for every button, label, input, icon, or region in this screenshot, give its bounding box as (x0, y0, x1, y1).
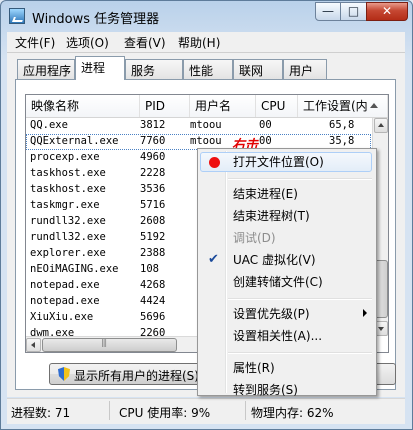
context-menu-label: 属性(R) (233, 361, 275, 375)
cell-pid: 2228 (140, 167, 166, 179)
context-menu-item[interactable]: 设置相关性(A)... (200, 326, 372, 346)
window-title: Windows 任务管理器 (32, 12, 160, 27)
menu-separator (228, 298, 372, 300)
cell-pid: 108 (140, 263, 159, 275)
check-icon: ✔ (208, 252, 219, 267)
tab-users[interactable]: 用户 (283, 59, 327, 79)
context-menu-item[interactable]: 打开文件位置(O) (200, 152, 372, 172)
menu-view[interactable]: 查看(V) (124, 34, 166, 51)
cell-image-name: QQExternal.exe (30, 135, 119, 147)
menu-file[interactable]: 文件(F) (15, 34, 55, 51)
context-menu-label: 转到服务(S) (233, 383, 298, 397)
cell-username: mtoou (190, 119, 222, 131)
table-row[interactable]: QQ.exe 3812 mtoou 00 65,8 (26, 118, 371, 134)
cell-pid: 4960 (140, 151, 166, 163)
context-menu-item[interactable]: 结束进程(E) (200, 184, 372, 204)
cell-image-name: notepad.exe (30, 279, 100, 291)
tab-applications[interactable]: 应用程序 (17, 59, 75, 79)
minimize-button[interactable]: — (315, 2, 341, 21)
status-process-count: 进程数: 71 (11, 406, 71, 420)
cell-pid: 4424 (140, 295, 166, 307)
cell-username: mtoou (190, 135, 222, 147)
col-image-name[interactable]: 映像名称 (26, 95, 140, 117)
cell-pid: 5192 (140, 231, 166, 243)
show-all-users-label: 显示所有用户的进程(S) (74, 369, 199, 383)
close-button[interactable]: ✕ (366, 2, 408, 21)
context-menu-label: UAC 虚拟化(V) (233, 253, 316, 267)
context-menu-label: 调试(D) (233, 231, 276, 245)
col-username[interactable]: 用户名 (190, 95, 256, 117)
submenu-arrow-icon (363, 309, 367, 317)
cell-pid: 2388 (140, 247, 166, 259)
context-menu-label: 创建转储文件(C) (233, 275, 323, 289)
show-all-users-button[interactable]: 显示所有用户的进程(S) (49, 363, 217, 385)
status-divider (245, 401, 246, 420)
cell-image-name: notepad.exe (30, 295, 100, 307)
status-bar: 进程数: 71 CPU 使用率: 9% 物理内存: 62% (7, 398, 405, 424)
context-menu: 打开文件位置(O) 结束进程(E) 结束进程树(T) 调试(D) ✔ UAC 虚拟化(V)… (197, 148, 377, 397)
cell-cpu: 00 (259, 119, 272, 131)
tab-services[interactable]: 服务 (125, 59, 183, 79)
cell-pid: 5716 (140, 199, 166, 211)
cell-image-name: explorer.exe (30, 247, 106, 259)
context-menu-item[interactable]: 创建转储文件(C) (200, 272, 372, 292)
cell-image-name: nEOiMAGING.exe (30, 263, 119, 275)
cell-image-name: taskhost.exe (30, 167, 106, 179)
context-menu-item[interactable]: 设置优先级(P) (200, 304, 372, 324)
status-divider (109, 401, 110, 420)
cell-image-name: rundll32.exe (30, 215, 106, 227)
context-menu-label: 结束进程树(T) (233, 209, 310, 223)
status-physical-memory: 物理内存: 62% (251, 406, 334, 420)
context-menu-label: 设置优先级(P) (233, 307, 310, 321)
cell-working-set: 65,8 (329, 119, 355, 131)
scroll-up-icon[interactable] (374, 118, 388, 133)
menu-options[interactable]: 选项(O) (66, 34, 109, 51)
sort-up-icon (370, 103, 378, 108)
cell-pid: 2608 (140, 215, 166, 227)
maximize-button[interactable]: □ (340, 2, 367, 21)
uac-shield-icon (58, 367, 70, 381)
table-header: 映像名称 PID 用户名 CPU 工作设置(内 (26, 95, 388, 118)
col-pid[interactable]: PID (140, 95, 190, 117)
cell-image-name: procexp.exe (30, 151, 100, 163)
cell-image-name: rundll32.exe (30, 231, 106, 243)
cell-pid: 7760 (140, 135, 166, 147)
title-bar[interactable]: Windows 任务管理器 — □ ✕ (1, 1, 412, 31)
cell-pid: 3812 (140, 119, 166, 131)
menu-separator (228, 352, 372, 354)
status-cpu-usage: CPU 使用率: 9% (119, 406, 211, 420)
cell-cpu: 00 (259, 135, 272, 147)
cell-image-name: taskhost.exe (30, 183, 106, 195)
tab-networking[interactable]: 联网 (233, 59, 283, 79)
context-menu-item[interactable]: 结束进程树(T) (200, 206, 372, 226)
cell-pid: 3536 (140, 183, 166, 195)
cell-image-name: XiuXiu.exe (30, 311, 94, 323)
context-menu-item[interactable]: 属性(R) (200, 358, 372, 378)
context-menu-label: 设置相关性(A)... (233, 329, 323, 343)
cell-image-name: taskmgr.exe (30, 199, 100, 211)
context-menu-item[interactable]: ✔ UAC 虚拟化(V) (200, 250, 372, 270)
red-dot-icon (209, 157, 220, 168)
context-menu-item: 调试(D) (200, 228, 372, 248)
menu-help[interactable]: 帮助(H) (178, 34, 220, 51)
task-manager-icon (9, 8, 25, 24)
cell-pid: 4268 (140, 279, 166, 291)
cell-pid: 5696 (140, 311, 166, 323)
tab-performance[interactable]: 性能 (183, 59, 233, 79)
col-cpu[interactable]: CPU (256, 95, 298, 117)
menu-bar: 文件(F) 选项(O) 查看(V) 帮助(H) (7, 32, 405, 53)
menu-separator (228, 178, 372, 180)
cell-image-name: QQ.exe (30, 119, 68, 131)
context-menu-item[interactable]: 转到服务(S) (200, 380, 372, 400)
scroll-left-icon[interactable] (26, 338, 41, 352)
context-menu-label: 结束进程(E) (233, 187, 298, 201)
cell-working-set: 35,8 (329, 135, 355, 147)
tab-processes[interactable]: 进程 (75, 56, 125, 80)
context-menu-label: 打开文件位置(O) (233, 155, 324, 169)
horizontal-scroll-thumb[interactable] (42, 338, 177, 352)
